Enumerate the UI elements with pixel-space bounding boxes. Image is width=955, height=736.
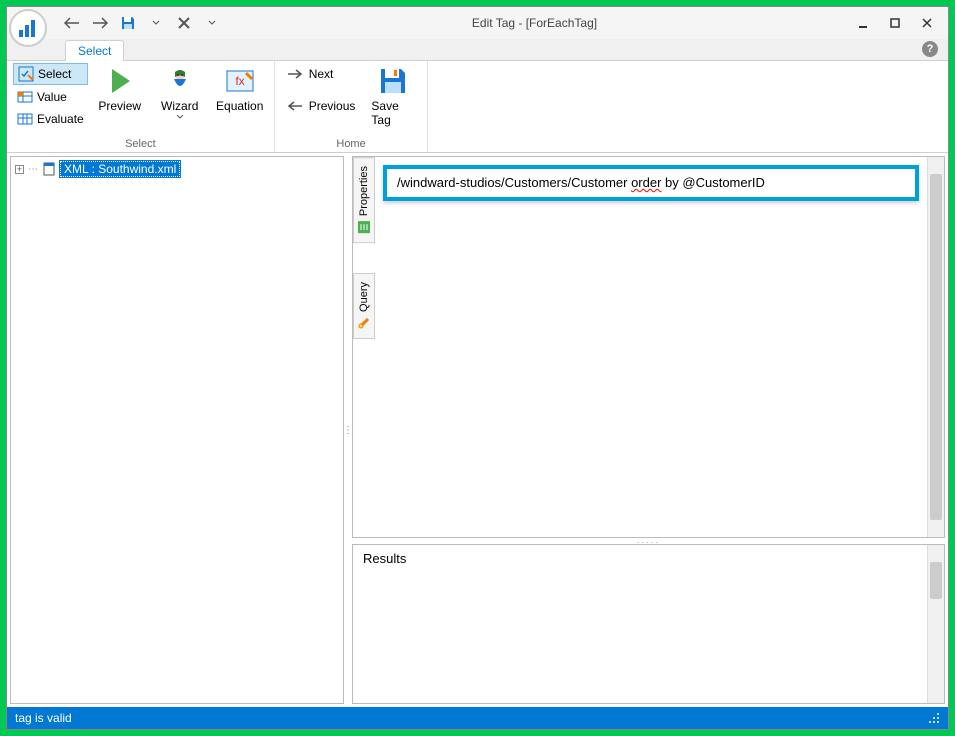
value-button[interactable]: Value [13, 87, 88, 107]
statusbar: tag is valid [7, 707, 948, 729]
tree-dots-icon: ⋯ [28, 164, 38, 175]
svg-text:fx: fx [235, 74, 244, 88]
right-panel: Properties Query /windward-studios/Custo… [352, 156, 945, 704]
equation-button[interactable]: fx Equation [212, 63, 268, 115]
window-controls [848, 12, 942, 34]
scrollbar-thumb[interactable] [930, 562, 942, 599]
query-icon [357, 316, 371, 330]
window-title: Edit Tag - [ForEachTag] [221, 16, 848, 30]
query-highlight-box: /windward-studios/Customers/Customer ord… [383, 165, 919, 201]
minimize-button[interactable] [848, 12, 878, 34]
wizard-button[interactable]: Wizard [152, 63, 208, 121]
previous-label: Previous [309, 99, 356, 113]
help-icon[interactable]: ? [922, 41, 938, 57]
qat-dropdown-2[interactable] [203, 14, 221, 32]
equation-icon: fx [224, 65, 256, 97]
tree-row[interactable]: + ⋯ XML : Southwind.xml [15, 161, 339, 177]
query-text-prefix: /windward-studios/Customers/Customer [397, 175, 631, 190]
query-tab-label: Query [358, 282, 370, 312]
tab-select[interactable]: Select [65, 40, 124, 61]
select-icon [18, 66, 34, 82]
close-icon[interactable] [175, 14, 193, 32]
main-content: + ⋯ XML : Southwind.xml ⋮ Properties Que… [7, 153, 948, 707]
status-text: tag is valid [15, 711, 72, 725]
ribbon-group-select-label: Select [13, 136, 268, 152]
close-button[interactable] [912, 12, 942, 34]
titlebar: Edit Tag - [ForEachTag] [7, 7, 948, 39]
editor-scrollbar[interactable] [927, 157, 944, 537]
query-text-spellcheck: order [631, 175, 661, 190]
save-icon[interactable] [119, 14, 137, 32]
properties-tab-label: Properties [358, 166, 370, 216]
ribbon-group-home: Next Previous Save Tag Home [275, 61, 429, 152]
select-button[interactable]: Select [13, 63, 88, 85]
query-text-suffix: by @CustomerID [661, 175, 765, 190]
save-tag-icon [377, 65, 409, 97]
query-editor[interactable]: /windward-studios/Customers/Customer ord… [375, 157, 927, 537]
vertical-splitter[interactable]: ⋮ [345, 153, 351, 707]
evaluate-label: Evaluate [37, 112, 84, 126]
arrow-right-icon [287, 69, 303, 79]
chevron-down-icon [176, 115, 184, 119]
play-icon [104, 65, 136, 97]
app-window: Edit Tag - [ForEachTag] Select ? Select … [6, 6, 949, 730]
maximize-button[interactable] [880, 12, 910, 34]
select-label: Select [38, 67, 71, 81]
wizard-label: Wizard [161, 99, 198, 113]
tree-panel: + ⋯ XML : Southwind.xml [10, 156, 344, 704]
preview-button[interactable]: Preview [92, 63, 148, 115]
evaluate-button[interactable]: Evaluate [13, 109, 88, 129]
app-logo[interactable] [9, 9, 47, 47]
back-button[interactable] [63, 14, 81, 32]
ribbon-group-home-label: Home [281, 136, 422, 152]
editor-area: Properties Query /windward-studios/Custo… [352, 156, 945, 538]
preview-label: Preview [98, 99, 141, 113]
ribbon-tabstrip: Select ? [7, 39, 948, 61]
properties-icon [357, 220, 371, 234]
next-button[interactable]: Next [281, 63, 362, 85]
next-label: Next [309, 67, 334, 81]
value-icon [17, 89, 33, 105]
query-tab[interactable]: Query [353, 273, 375, 339]
results-title: Results [363, 551, 917, 566]
ribbon: Select Value Evaluate Preview [7, 61, 948, 153]
qat-dropdown[interactable] [147, 14, 165, 32]
results-scrollbar[interactable] [927, 545, 944, 703]
evaluate-icon [17, 111, 33, 127]
wizard-icon [164, 65, 196, 97]
save-tag-label: Save Tag [371, 99, 415, 127]
results-body: Results [353, 545, 927, 703]
arrow-left-icon [287, 101, 303, 111]
xml-file-icon [42, 162, 56, 176]
results-panel: Results [352, 544, 945, 704]
scrollbar-thumb[interactable] [930, 174, 942, 520]
equation-label: Equation [216, 99, 263, 113]
value-label: Value [37, 90, 67, 104]
tree-expand-icon[interactable]: + [15, 165, 24, 174]
previous-button[interactable]: Previous [281, 95, 362, 117]
quick-access-toolbar [63, 14, 221, 32]
tree-root-label[interactable]: XML : Southwind.xml [60, 161, 180, 177]
forward-button[interactable] [91, 14, 109, 32]
save-tag-button[interactable]: Save Tag [365, 63, 421, 129]
side-tabs: Properties Query [353, 157, 375, 537]
ribbon-group-select: Select Value Evaluate Preview [7, 61, 275, 152]
properties-tab[interactable]: Properties [353, 157, 375, 243]
resize-grip[interactable] [928, 712, 940, 724]
